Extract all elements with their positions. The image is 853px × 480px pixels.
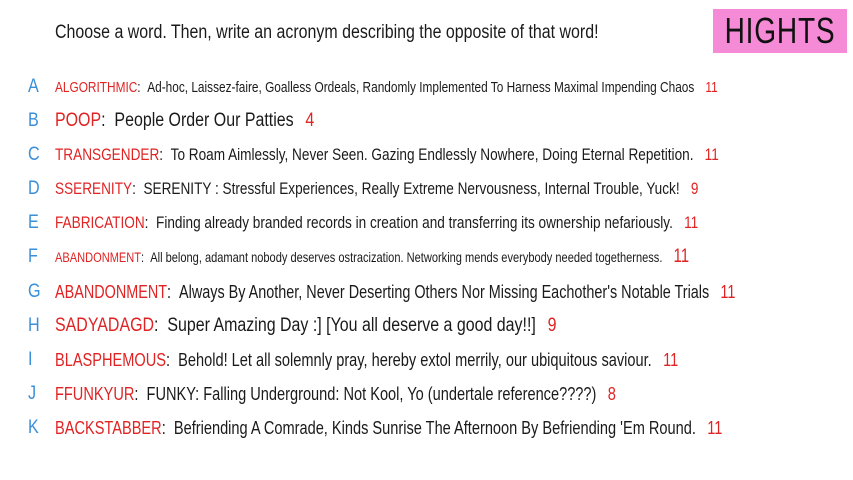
- row-count: 9: [690, 179, 699, 198]
- row-line: BACKSTABBER: Befriending A Comrade, Kind…: [55, 413, 722, 443]
- row-acronym: People Order Our Patties: [114, 110, 294, 131]
- row-letter: J: [28, 383, 37, 404]
- row-word: ABANDONMENT: [55, 249, 142, 265]
- row-word: FABRICATION: [55, 213, 145, 232]
- entry-row: J FFUNKYUR: FUNKY: Falling Underground: …: [0, 379, 853, 409]
- row-count: 11: [684, 213, 699, 232]
- row-count: 11: [720, 281, 736, 302]
- row-acronym: Ad-hoc, Laissez-faire, Goalless Ordeals,…: [147, 78, 695, 96]
- row-count: 11: [705, 78, 718, 96]
- row-line: TRANSGENDER: To Roam Aimlessly, Never Se…: [55, 140, 719, 170]
- row-letter: K: [28, 417, 39, 438]
- row-letter: F: [28, 246, 38, 267]
- row-word: BLASPHEMOUS: [55, 349, 167, 370]
- row-line: FABRICATION: Finding already branded rec…: [55, 208, 698, 238]
- row-word: ABANDONMENT: [55, 281, 168, 302]
- row-separator: :: [132, 179, 136, 198]
- row-word: FFUNKYUR: [55, 383, 135, 404]
- row-letter: I: [28, 349, 33, 370]
- row-acronym: Behold! Let all solemnly pray, hereby ex…: [178, 349, 652, 370]
- entry-row: A ALGORITHMIC: Ad-hoc, Laissez-faire, Go…: [0, 72, 853, 102]
- entry-row: G ABANDONMENT: Always By Another, Never …: [0, 277, 853, 307]
- entry-row: D SSERENITY: SERENITY : Stressful Experi…: [0, 174, 853, 204]
- row-word: SSERENITY: [55, 179, 133, 198]
- row-separator: :: [144, 213, 149, 232]
- row-separator: :: [159, 145, 164, 164]
- row-count: 11: [707, 417, 723, 438]
- row-acronym: Befriending A Comrade, Kinds Sunrise The…: [173, 417, 696, 438]
- entry-row: E FABRICATION: Finding already branded r…: [0, 208, 853, 238]
- row-separator: :: [154, 315, 159, 336]
- row-count: 11: [663, 349, 679, 370]
- entry-row: B POOP: People Order Our Patties 4: [0, 106, 853, 136]
- row-word: SADYADAGD: [55, 315, 155, 336]
- row-word: BACKSTABBER: [55, 417, 162, 438]
- entry-row: H SADYADAGD: Super Amazing Day :] [You a…: [0, 311, 853, 341]
- entry-row: F ABANDONMENT: All belong, adamant nobod…: [0, 242, 853, 272]
- row-separator: :: [101, 110, 106, 131]
- row-separator: :: [141, 249, 145, 265]
- row-separator: :: [166, 349, 171, 370]
- row-letter: C: [28, 144, 40, 165]
- row-count: 11: [673, 246, 690, 267]
- row-acronym: Always By Another, Never Deserting Other…: [179, 281, 710, 302]
- badge-label: HIGHTS: [724, 10, 836, 51]
- row-acronym: FUNKY: Falling Underground: Not Kool, Yo…: [146, 383, 597, 404]
- entry-row: I BLASPHEMOUS: Behold! Let all solemnly …: [0, 345, 853, 375]
- row-separator: :: [167, 281, 172, 302]
- row-count: 4: [305, 110, 315, 131]
- row-acronym: SERENITY : Stressful Experiences, Really…: [143, 179, 680, 198]
- row-letter: H: [28, 315, 40, 336]
- instruction-text: Choose a word. Then, write an acronym de…: [55, 22, 599, 43]
- row-line: POOP: People Order Our Patties 4: [55, 106, 314, 136]
- row-letter: E: [28, 212, 39, 233]
- row-word: ALGORITHMIC: [55, 78, 138, 96]
- row-letter: B: [28, 110, 39, 131]
- row-letter: D: [28, 178, 40, 199]
- row-line: SADYADAGD: Super Amazing Day :] [You all…: [55, 311, 556, 341]
- row-separator: :: [161, 417, 166, 438]
- row-word: POOP: [55, 110, 102, 131]
- entry-row: K BACKSTABBER: Befriending A Comrade, Ki…: [0, 413, 853, 443]
- row-separator: :: [137, 78, 141, 96]
- entry-row: C TRANSGENDER: To Roam Aimlessly, Never …: [0, 140, 853, 170]
- row-line: ABANDONMENT: All belong, adamant nobody …: [55, 242, 689, 272]
- row-line: FFUNKYUR: FUNKY: Falling Underground: No…: [55, 379, 616, 409]
- row-acronym: All belong, adamant nobody deserves ostr…: [150, 249, 663, 265]
- row-acronym: Finding already branded records in creat…: [156, 213, 673, 232]
- row-count: 9: [547, 315, 557, 336]
- row-count: 8: [607, 383, 616, 404]
- row-acronym: To Roam Aimlessly, Never Seen. Gazing En…: [170, 145, 694, 164]
- row-separator: :: [134, 383, 139, 404]
- row-word: TRANSGENDER: [55, 145, 160, 164]
- row-acronym: Super Amazing Day :] [You all deserve a …: [167, 315, 536, 336]
- row-line: SSERENITY: SERENITY : Stressful Experien…: [55, 174, 698, 204]
- row-line: ABANDONMENT: Always By Another, Never De…: [55, 277, 735, 307]
- row-letter: G: [28, 281, 41, 302]
- name-badge: HIGHTS: [713, 9, 847, 53]
- row-line: BLASPHEMOUS: Behold! Let all solemnly pr…: [55, 345, 678, 375]
- row-letter: A: [28, 76, 39, 97]
- row-count: 11: [704, 145, 719, 164]
- row-line: ALGORITHMIC: Ad-hoc, Laissez-faire, Goal…: [55, 72, 718, 102]
